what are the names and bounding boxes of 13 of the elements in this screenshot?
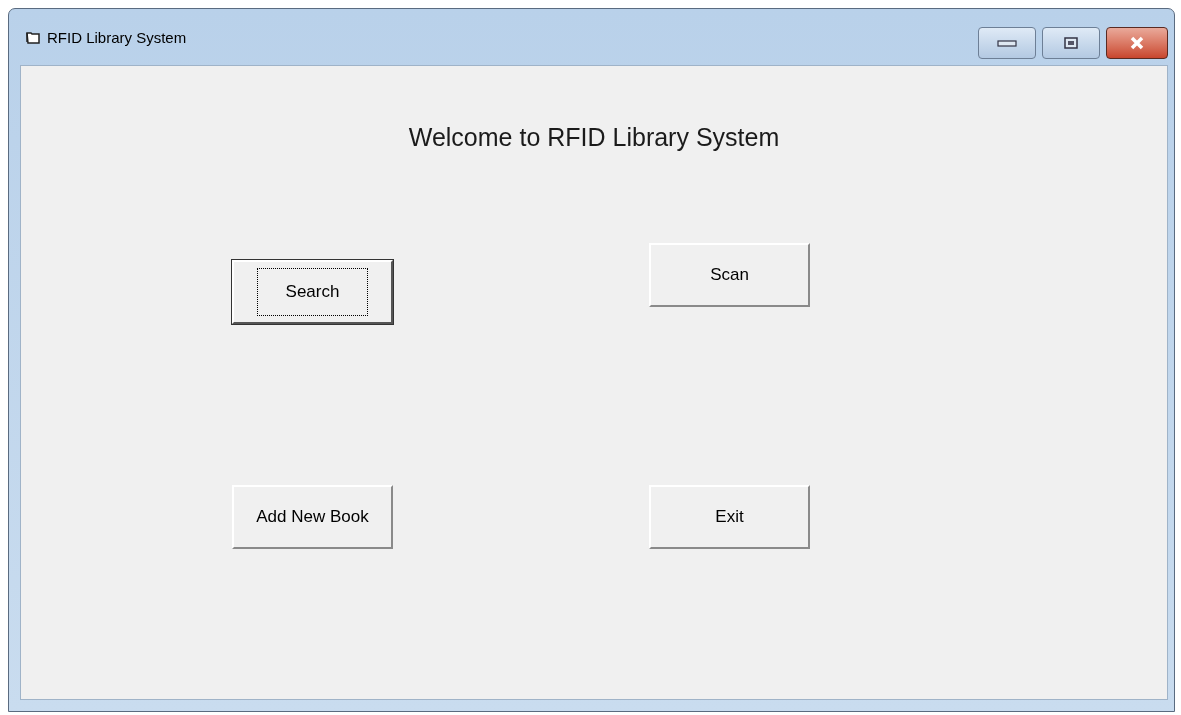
app-window-icon: [25, 30, 41, 46]
maximize-button[interactable]: [1042, 27, 1100, 59]
form-button[interactable]: Search: [232, 260, 393, 324]
form-button[interactable]: Add New Book: [232, 485, 393, 549]
form-button[interactable]: Scan: [649, 243, 810, 307]
welcome-heading: Welcome to RFID Library System: [407, 122, 781, 153]
close-icon: [1129, 36, 1145, 50]
window-title: RFID Library System: [47, 29, 187, 47]
close-button[interactable]: [1106, 27, 1168, 59]
minimize-button[interactable]: [978, 27, 1036, 59]
form-button[interactable]: Exit: [649, 485, 810, 549]
maximize-icon: [1064, 37, 1078, 49]
minimize-icon: [997, 39, 1017, 47]
